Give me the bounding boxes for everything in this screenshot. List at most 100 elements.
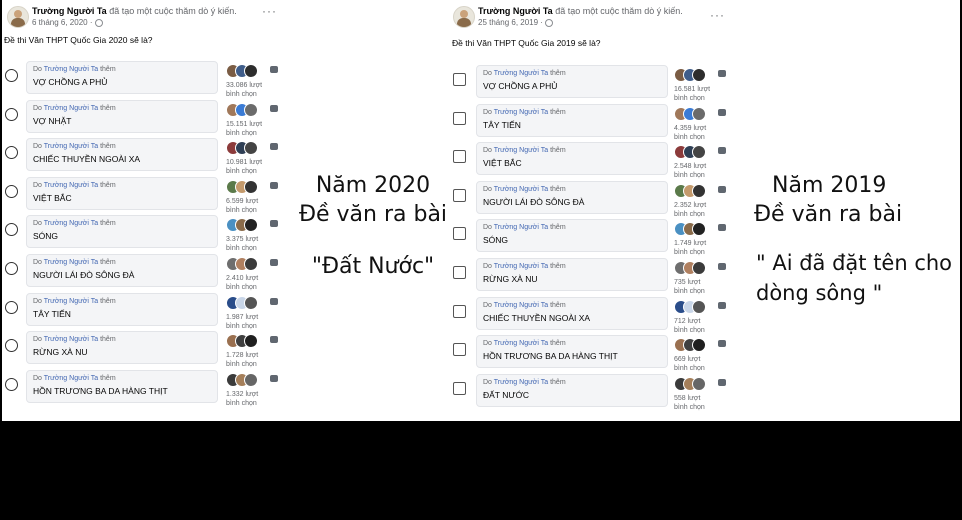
post-date[interactable]: 6 tháng 6, 2020 · xyxy=(32,18,93,27)
poll-option-box[interactable]: Do Trường Người Ta thêm TÂY TIẾN xyxy=(26,292,218,326)
poll-option-box[interactable]: Do Trường Người Ta thêm VỢ CHỒNG A PHỦ xyxy=(476,65,668,98)
vote-count[interactable]: 712 lượt bình chọn xyxy=(674,317,705,335)
added-by-name[interactable]: Trường Người Ta xyxy=(494,302,548,309)
vote-count[interactable]: 10.981 lượt bình chọn xyxy=(226,158,262,176)
poll-option-box[interactable]: Do Trường Người Ta thêm TÂY TIẾN xyxy=(476,103,668,137)
vote-count[interactable]: 15.151 lượt bình chọn xyxy=(226,120,262,138)
more-voters-icon[interactable] xyxy=(718,340,726,348)
poll-option[interactable]: Do Trường Người Ta thêm VỢ CHỒNG A PHỦ 16.… xyxy=(448,64,748,102)
added-by-name[interactable]: Trường Người Ta xyxy=(494,109,548,116)
added-by-name[interactable]: Trường Người Ta xyxy=(44,298,98,305)
more-voters-icon[interactable] xyxy=(718,224,726,232)
poll-option-checkbox[interactable] xyxy=(453,73,466,86)
poll-option-box[interactable]: Do Trường Người Ta thêm RỪNG XÀ NU xyxy=(476,258,668,291)
poll-option-checkbox[interactable] xyxy=(453,381,466,395)
vote-count[interactable]: 2.548 lượt bình chọn xyxy=(674,162,706,180)
vote-count[interactable]: 735 lượt bình chọn xyxy=(674,278,705,296)
voter-avatars[interactable] xyxy=(226,218,266,233)
voter-avatars[interactable] xyxy=(226,64,266,78)
more-options-icon[interactable]: ··· xyxy=(262,4,277,18)
more-voters-icon[interactable] xyxy=(718,263,726,270)
added-by-name[interactable]: Trường Người Ta xyxy=(44,375,98,382)
poll-option-radio[interactable] xyxy=(5,300,18,314)
poll-option-box[interactable]: Do Trường Người Ta thêm SÓNG xyxy=(476,219,668,253)
more-voters-icon[interactable] xyxy=(270,143,278,151)
more-voters-icon[interactable] xyxy=(718,378,726,386)
voter-avatars[interactable] xyxy=(674,145,714,160)
more-voters-icon[interactable] xyxy=(270,336,278,344)
added-by-name[interactable]: Trường Người Ta xyxy=(494,147,548,154)
poll-option-checkbox[interactable] xyxy=(453,150,466,164)
poll-option-box[interactable]: Do Trường Người Ta thêm VỢ CHỒNG A PHỦ xyxy=(26,61,218,94)
more-voters-icon[interactable] xyxy=(270,104,278,112)
vote-count[interactable]: 1.749 lượt bình chọn xyxy=(674,239,706,257)
poll-option-checkbox[interactable] xyxy=(453,343,466,357)
poll-option-checkbox[interactable] xyxy=(453,304,466,318)
poll-option[interactable]: Do Trường Người Ta thêm CHIẾC THUYỀN NGOÀ… xyxy=(2,137,302,175)
poll-option[interactable]: Do Trường Người Ta thêm SÓNG 3.375 lượt bìn… xyxy=(2,214,302,252)
more-voters-icon[interactable] xyxy=(718,147,726,155)
voter-avatars[interactable] xyxy=(226,257,266,271)
added-by-name[interactable]: Trường Người Ta xyxy=(44,66,98,73)
poll-option-checkbox[interactable] xyxy=(453,227,466,241)
vote-count[interactable]: 3.375 lượt bình chọn xyxy=(226,235,258,253)
added-by-name[interactable]: Trường Người Ta xyxy=(494,224,548,231)
voter-avatars[interactable] xyxy=(674,261,714,275)
voter-avatars[interactable] xyxy=(226,295,266,310)
poll-option-box[interactable]: Do Trường Người Ta thêm NGƯỜI LÁI ĐÒ SÔNG… xyxy=(26,254,218,287)
more-voters-icon[interactable] xyxy=(270,374,278,382)
poll-option-radio[interactable] xyxy=(5,223,18,237)
added-by-name[interactable]: Trường Người Ta xyxy=(44,143,98,150)
voter-avatars[interactable] xyxy=(674,68,714,82)
poll-option-box[interactable]: Do Trường Người Ta thêm VỢ NHẶT xyxy=(26,99,218,133)
poll-option[interactable]: Do Trường Người Ta thêm TÂY TIẾN 1.987 lượ… xyxy=(2,292,302,330)
added-by-name[interactable]: Trường Người Ta xyxy=(44,220,98,227)
added-by-name[interactable]: Trường Người Ta xyxy=(44,182,98,189)
added-by-name[interactable]: Trường Người Ta xyxy=(44,259,98,266)
added-by-name[interactable]: Trường Người Ta xyxy=(494,340,548,347)
poll-option-radio[interactable] xyxy=(5,184,18,198)
poll-option-box[interactable]: Do Trường Người Ta thêm RỪNG XÀ NU xyxy=(26,331,218,365)
author-name[interactable]: Trường Người Ta xyxy=(478,6,553,16)
voter-avatars[interactable] xyxy=(674,106,714,121)
poll-option[interactable]: Do Trường Người Ta thêm TÂY TIẾN 4.359 lượ… xyxy=(448,103,748,141)
poll-option[interactable]: Do Trường Người Ta thêm VIỆT BẮC 2.548 lượ… xyxy=(448,141,748,179)
vote-count[interactable]: 1.332 lượt bình chọn xyxy=(226,390,258,408)
more-voters-icon[interactable] xyxy=(718,108,726,116)
voter-avatars[interactable] xyxy=(226,102,266,117)
poll-option[interactable]: Do Trường Người Ta thêm VIỆT BẮC 6.599 lượ… xyxy=(2,176,302,214)
vote-count[interactable]: 558 lượt bình chọn xyxy=(674,394,705,412)
added-by-name[interactable]: Trường Người Ta xyxy=(44,336,98,343)
voter-avatars[interactable] xyxy=(674,222,714,237)
added-by-name[interactable]: Trường Người Ta xyxy=(494,379,548,386)
more-voters-icon[interactable] xyxy=(270,220,278,228)
poll-option-radio[interactable] xyxy=(5,262,18,275)
poll-option-radio[interactable] xyxy=(5,107,18,121)
poll-option[interactable]: Do Trường Người Ta thêm RỪNG XÀ NU 1.728 l… xyxy=(2,330,302,368)
vote-count[interactable]: 1.728 lượt bình chọn xyxy=(226,351,258,369)
more-voters-icon[interactable] xyxy=(270,66,278,73)
voter-avatars[interactable] xyxy=(674,376,714,391)
more-options-icon[interactable]: ··· xyxy=(710,8,725,22)
added-by-name[interactable]: Trường Người Ta xyxy=(494,70,548,77)
more-voters-icon[interactable] xyxy=(270,181,278,189)
more-voters-icon[interactable] xyxy=(718,185,726,193)
author-avatar[interactable] xyxy=(453,6,475,28)
added-by-name[interactable]: Trường Người Ta xyxy=(494,263,548,270)
poll-option-radio[interactable] xyxy=(5,69,18,82)
poll-option-box[interactable]: Do Trường Người Ta thêm CHIẾC THUYỀN NGOÀ… xyxy=(26,138,218,172)
poll-option-radio[interactable] xyxy=(5,146,18,160)
poll-option-box[interactable]: Do Trường Người Ta thêm CHIẾC THUYỀN NGOÀ… xyxy=(476,296,668,330)
poll-option-box[interactable]: Do Trường Người Ta thêm VIỆT BẮC xyxy=(26,176,218,210)
poll-option-checkbox[interactable] xyxy=(453,266,466,279)
post-date[interactable]: 25 tháng 6, 2019 · xyxy=(478,18,543,27)
poll-option[interactable]: Do Trường Người Ta thêm VỢ NHẶT 15.151 lượ… xyxy=(2,99,302,137)
voter-avatars[interactable] xyxy=(226,334,266,349)
poll-option[interactable]: Do Trường Người Ta thêm NGƯỜI LÁI ĐÒ SÔNG… xyxy=(2,253,302,291)
voter-avatars[interactable] xyxy=(226,179,266,194)
poll-option[interactable]: Do Trường Người Ta thêm HỒN TRƯƠNG BA DA … xyxy=(448,334,748,372)
poll-option-checkbox[interactable] xyxy=(453,188,466,202)
poll-option-radio[interactable] xyxy=(5,339,18,353)
vote-count[interactable]: 33.086 lượt bình chọn xyxy=(226,81,262,99)
poll-option-box[interactable]: Do Trường Người Ta thêm HỒN TRƯƠNG BA DA … xyxy=(26,369,218,403)
